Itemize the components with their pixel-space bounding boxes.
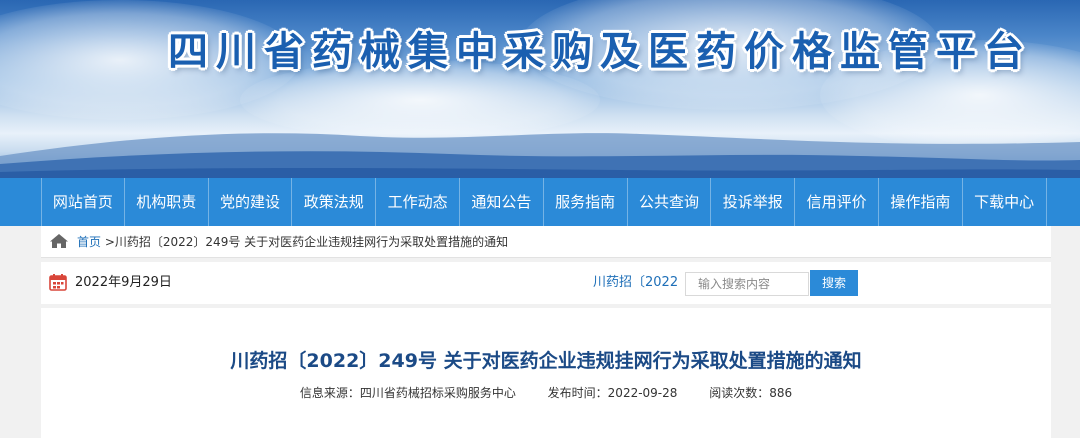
home-icon	[50, 234, 68, 248]
article-publish-date: 发布时间：2022-09-28	[547, 386, 678, 400]
breadcrumb: 首页 >川药招〔2022〕249号 关于对医药企业违规挂网行为采取处置措施的通知	[41, 226, 1051, 258]
scrolling-news-link[interactable]: 川药招〔2022〕249号 关于对医药企业违规挂网行为采取处置措施的通知	[593, 262, 678, 304]
article-title: 川药招〔2022〕249号 关于对医药企业违规挂网行为采取处置措施的通知	[230, 350, 862, 372]
nav-item-work-news[interactable]: 工作动态	[376, 178, 460, 226]
nav-list: 网站首页 机构职责 党的建设 政策法规 工作动态 通知公告 服务指南 公共查询 …	[41, 178, 1047, 226]
nav-item-party-building[interactable]: 党的建设	[209, 178, 293, 226]
search-input[interactable]	[685, 272, 809, 296]
nav-item-complaints[interactable]: 投诉举报	[711, 178, 796, 226]
article-source: 信息来源：四川省药械招标采购服务中心	[299, 386, 516, 400]
nav-item-notices[interactable]: 通知公告	[460, 178, 544, 226]
nav-item-home[interactable]: 网站首页	[41, 178, 125, 226]
article-view-count: 阅读次数：886	[709, 386, 793, 400]
calendar-icon	[49, 274, 67, 291]
nav-item-responsibilities[interactable]: 机构职责	[125, 178, 209, 226]
breadcrumb-text: 首页 >川药招〔2022〕249号 关于对医药企业违规挂网行为采取处置措施的通知	[77, 226, 508, 258]
mountain-illustration	[0, 133, 1080, 178]
breadcrumb-current: >川药招〔2022〕249号 关于对医药企业违规挂网行为采取处置措施的通知	[101, 235, 509, 249]
nav-item-public-query[interactable]: 公共查询	[628, 178, 712, 226]
info-row: 2022年9月29日 川药招〔2022〕249号 关于对医药企业违规挂网行为采取…	[41, 262, 1051, 304]
nav-item-credit-rating[interactable]: 信用评价	[795, 178, 879, 226]
article-panel: 川药招〔2022〕249号 关于对医药企业违规挂网行为采取处置措施的通知 信息来…	[41, 308, 1051, 438]
site-title: 四川省药械集中采购及医药价格监管平台	[168, 28, 1032, 75]
search-button[interactable]: 搜索	[810, 270, 858, 296]
nav-item-policies[interactable]: 政策法规	[292, 178, 377, 226]
nav-item-downloads[interactable]: 下载中心	[963, 178, 1047, 226]
nav-item-service-guide[interactable]: 服务指南	[544, 178, 628, 226]
breadcrumb-home-link[interactable]: 首页	[77, 235, 101, 249]
nav-item-operation-guide[interactable]: 操作指南	[879, 178, 963, 226]
article-meta: 信息来源：四川省药械招标采购服务中心 发布时间：2022-09-28 阅读次数：…	[41, 384, 1051, 401]
header-banner: 四川省药械集中采购及医药价格监管平台	[0, 0, 1080, 178]
current-date: 2022年9月29日	[75, 275, 172, 290]
main-nav: 网站首页 机构职责 党的建设 政策法规 工作动态 通知公告 服务指南 公共查询 …	[0, 178, 1080, 226]
